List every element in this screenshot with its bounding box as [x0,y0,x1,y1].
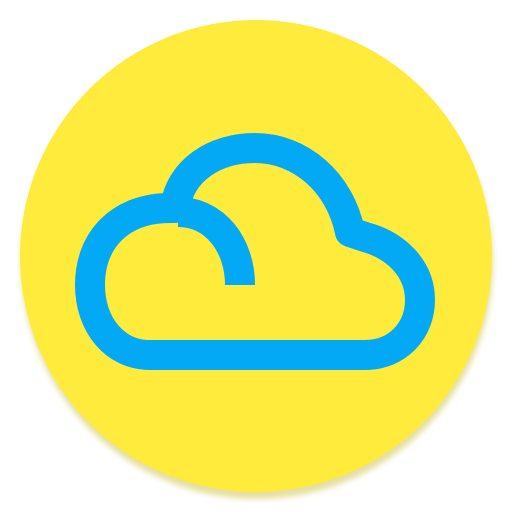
app-icon [20,20,493,499]
app-icon-canvas [0,0,512,512]
